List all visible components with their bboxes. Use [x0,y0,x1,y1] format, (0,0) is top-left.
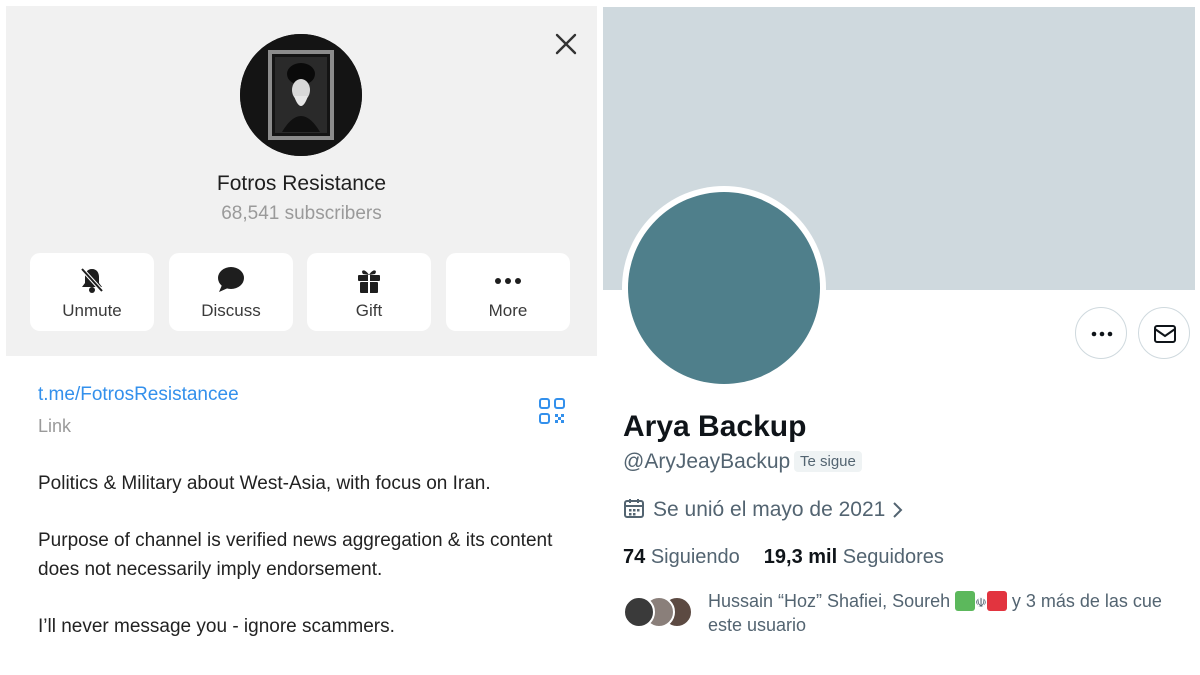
channel-link[interactable]: t.me/FotrosResistancee [38,384,239,406]
channel-name: Fotros Resistance [216,172,387,195]
followed-by-text[interactable]: Hussain “Hoz” Shafiei, Soureh ☫ y 3 más … [708,590,1198,637]
emblem-icon: ☫ [975,595,987,610]
close-icon[interactable] [552,30,580,58]
link-caption: Link [38,416,72,436]
more-horizontal-icon [1091,331,1113,337]
gift-label: Gift [355,301,383,320]
join-date-text: Se unió el mayo de 2021 [653,498,886,521]
followers-stat[interactable]: 19,3 mil Seguidores [764,546,944,568]
more-options-button[interactable] [1075,307,1127,359]
unmute-label: Unmute [62,301,122,320]
telegram-channel-panel: Fotros Resistance 68,541 subscribers Unm… [0,0,600,675]
description-paragraph: Politics & Military about West-Asia, wit… [38,473,491,494]
following-stat[interactable]: 74 Siguiendo [623,546,740,568]
gift-button[interactable]: Gift [307,253,431,331]
subscriber-count: 68,541 subscribers [221,203,382,224]
discuss-label: Discuss [201,301,261,320]
followed-by-rest: y 3 más de las cue [1011,591,1162,611]
qr-code-icon[interactable] [538,397,566,425]
follows-you-badge: Te sigue [794,451,862,472]
chevron-right-icon [893,502,903,518]
following-label: Siguiendo [650,546,740,568]
red-flag-icon [986,591,1007,611]
gift-icon [354,265,384,295]
more-button[interactable]: More [446,253,570,331]
follower-avatar [623,596,655,628]
green-flag-icon [955,591,976,611]
display-name: Arya Backup [623,410,807,443]
channel-description: Politics & Military about West-Asia, wit… [38,469,558,669]
followed-by-names: Hussain “Hoz” Shafiei, Soureh [708,591,951,611]
followers-count: 19,3 mil [763,546,838,568]
x-profile-panel: Arya Backup @AryJeayBackup Te sigue Se u… [603,0,1200,675]
description-paragraph: Purpose of channel is verified news aggr… [38,530,553,580]
profile-avatar[interactable] [628,192,820,384]
more-label: More [488,301,528,320]
unmute-button[interactable]: Unmute [30,253,154,331]
channel-avatar [240,34,362,156]
chat-bubble-icon [216,265,246,295]
follow-stats: 74 Siguiendo 19,3 mil Seguidores [623,546,944,569]
more-dots-icon [493,265,523,295]
message-button[interactable] [1138,307,1190,359]
username-handle: @AryJeayBackup [623,450,791,473]
description-paragraph: I’ll never message you - ignore scammers… [38,616,395,637]
channel-header: Fotros Resistance 68,541 subscribers Unm… [6,6,597,356]
discuss-button[interactable]: Discuss [169,253,293,331]
following-count: 74 [623,546,646,568]
followed-by-line2: este usuario [708,615,807,635]
envelope-icon [1154,325,1176,343]
join-date[interactable]: Se unió el mayo de 2021 [623,497,905,522]
followers-label: Seguidores [842,546,944,568]
bell-off-icon [77,265,107,295]
calendar-icon [624,499,644,518]
profile-avatar-ring [622,186,826,390]
